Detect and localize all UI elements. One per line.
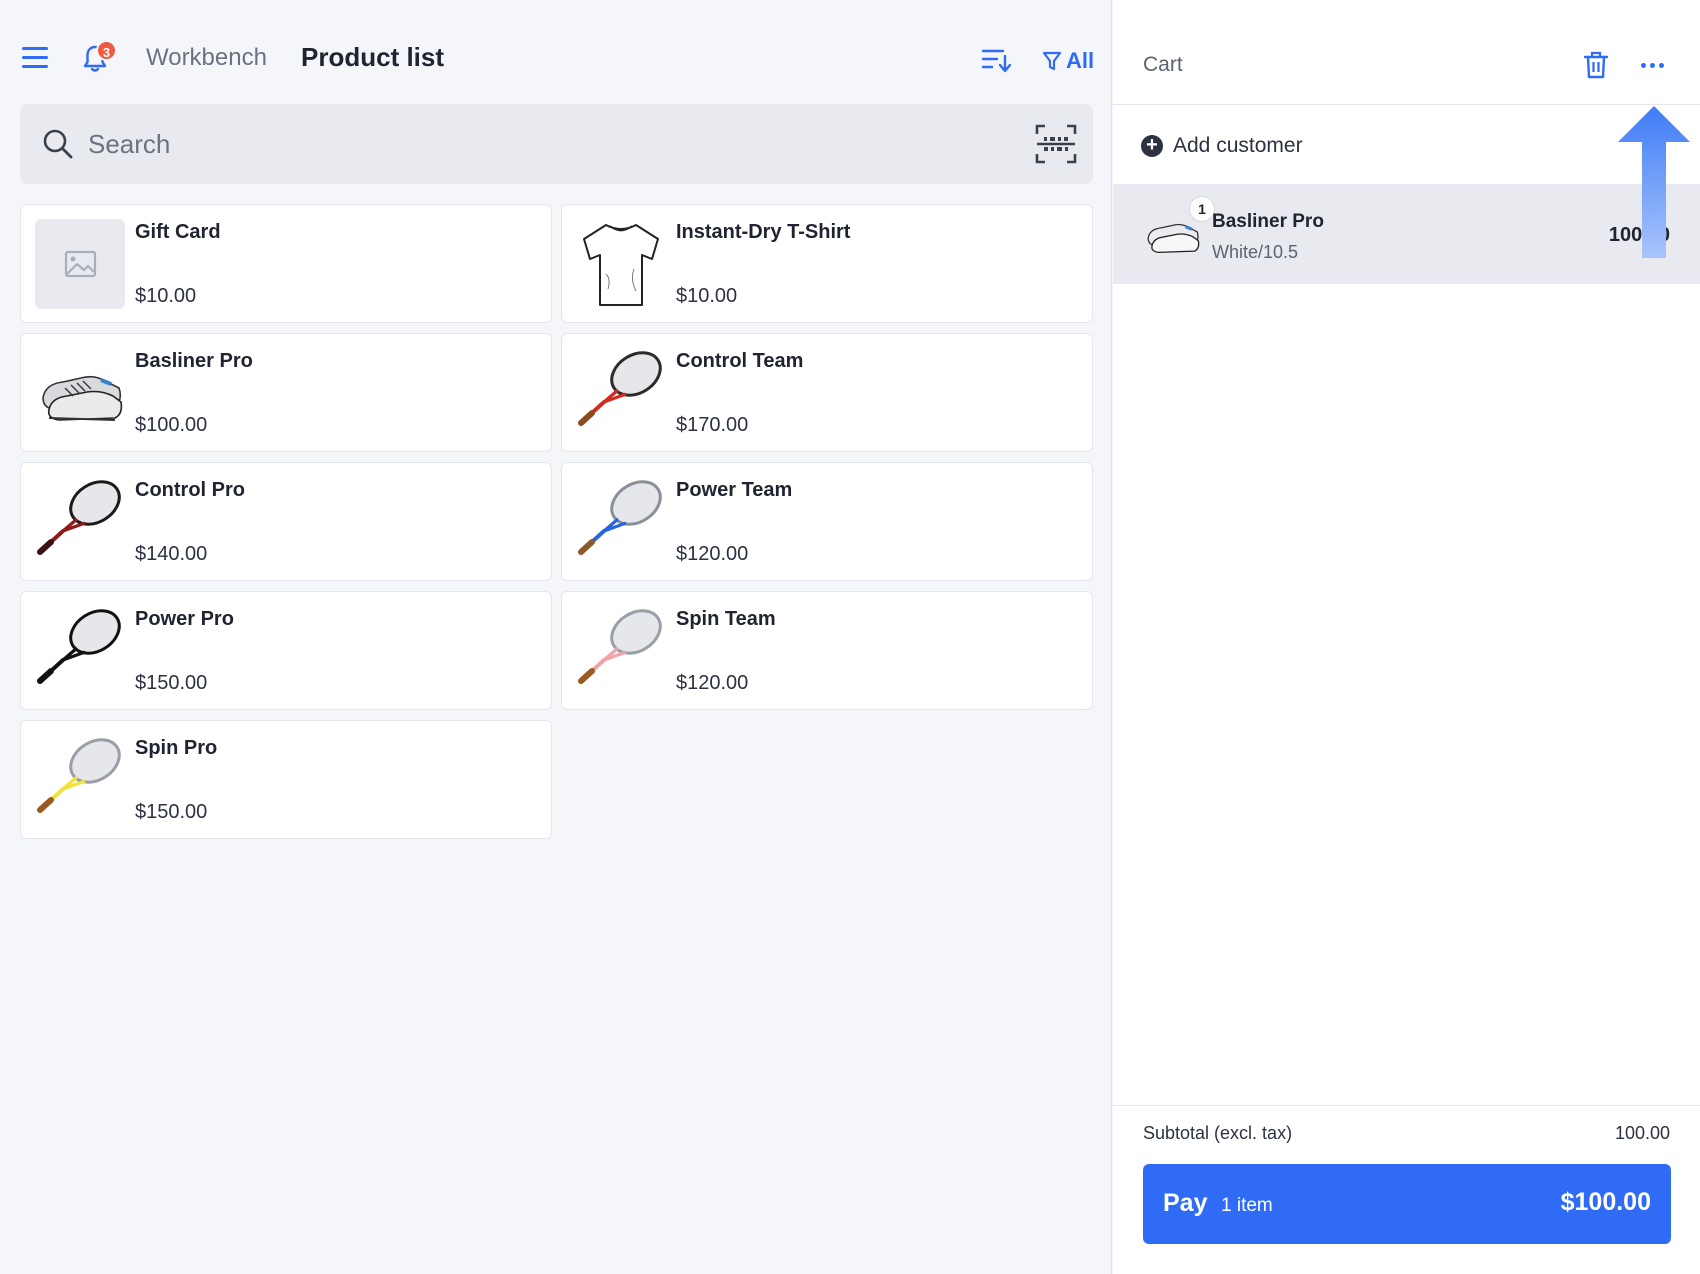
pos-app: 3 Workbench Product list All Search Gift…	[0, 0, 1700, 1274]
product-list-panel: 3 Workbench Product list All Search Gift…	[0, 0, 1112, 1274]
pay-label: Pay	[1163, 1189, 1208, 1217]
pay-button[interactable]: Pay 1 item $100.00	[1143, 1164, 1671, 1244]
product-price: $120.00	[676, 672, 749, 694]
product-name: Basliner Pro	[135, 350, 253, 372]
menu-icon[interactable]	[22, 47, 48, 69]
product-name: Power Pro	[135, 608, 234, 630]
product-card-power-team[interactable]: Power Team $120.00	[561, 462, 1093, 581]
plus-circle-icon: +	[1141, 135, 1163, 157]
racket-blue-image	[578, 480, 662, 555]
product-image-placeholder	[35, 219, 125, 309]
add-customer-label: Add customer	[1173, 134, 1303, 157]
sort-icon[interactable]	[981, 46, 1011, 74]
product-card-gift-card[interactable]: Gift Card $10.00	[20, 204, 552, 323]
product-price: $100.00	[135, 414, 208, 436]
cart-title: Cart	[1143, 53, 1183, 76]
line-item-name: Basliner Pro	[1212, 211, 1324, 232]
tshirt-image	[583, 224, 659, 306]
racket-yellow-image	[37, 738, 121, 813]
product-price: $150.00	[135, 672, 208, 694]
product-price: $10.00	[135, 285, 197, 307]
divider	[1113, 104, 1700, 105]
pay-item-count: 1 item	[1221, 1195, 1273, 1216]
trash-icon[interactable]	[1583, 51, 1609, 79]
search-bar	[20, 104, 1093, 184]
cart-line-item[interactable]: 1 Basliner Pro White/10.5 100.00	[1113, 184, 1700, 284]
line-item-variant: White/10.5	[1212, 242, 1299, 262]
product-card-control-pro[interactable]: Control Pro $140.00	[20, 462, 552, 581]
racket-red-image	[578, 351, 662, 426]
pay-amount: $100.00	[1560, 1188, 1651, 1216]
racket-black-image	[37, 609, 121, 684]
add-customer-button[interactable]: + Add customer	[1141, 132, 1303, 160]
filter-button[interactable]: All	[1042, 46, 1094, 76]
product-card-spin-pro[interactable]: Spin Pro $150.00	[20, 720, 552, 839]
barcode-scan-icon[interactable]	[1035, 124, 1077, 164]
product-card-control-team[interactable]: Control Team $170.00	[561, 333, 1093, 452]
product-price: $120.00	[676, 543, 749, 565]
subtotal-label: Subtotal (excl. tax)	[1143, 1123, 1293, 1143]
divider	[1113, 1105, 1700, 1106]
product-card-spin-team[interactable]: Spin Team $120.00	[561, 591, 1093, 710]
product-name: Control Team	[676, 350, 804, 372]
product-name: Power Team	[676, 479, 793, 501]
product-card-instant-dry-t-shirt[interactable]: Instant-Dry T-Shirt $10.00	[561, 204, 1093, 323]
search-icon	[43, 129, 73, 159]
product-price: $170.00	[676, 414, 749, 436]
product-card-basliner-pro[interactable]: Basliner Pro $100.00	[20, 333, 552, 452]
search-input[interactable]	[88, 122, 988, 166]
filter-label: All	[1066, 48, 1095, 73]
product-card-power-pro[interactable]: Power Pro $150.00	[20, 591, 552, 710]
cart-panel: Cart + Add customer 1 Basliner Pro White…	[1113, 0, 1700, 1274]
shoes-image	[42, 375, 123, 421]
top-bar: 3 Workbench Product list All	[0, 0, 1112, 100]
line-item-price: 100.00	[1608, 224, 1670, 246]
product-name: Gift Card	[135, 221, 221, 243]
racket-darkred-image	[37, 480, 121, 555]
notification-badge: 3	[96, 40, 117, 61]
image-placeholder-icon	[64, 250, 97, 278]
product-name: Instant-Dry T-Shirt	[676, 221, 851, 243]
breadcrumb[interactable]: Workbench	[146, 44, 267, 72]
subtotal-value: 100.00	[1614, 1123, 1670, 1143]
racket-pink-image	[578, 609, 662, 684]
more-options-icon[interactable]	[1641, 55, 1671, 75]
product-price: $140.00	[135, 543, 208, 565]
filter-icon	[1042, 51, 1062, 71]
page-title: Product list	[301, 42, 445, 72]
product-price: $150.00	[135, 801, 208, 823]
product-price: $10.00	[676, 285, 738, 307]
product-name: Control Pro	[135, 479, 245, 501]
product-name: Spin Pro	[135, 737, 218, 759]
product-name: Spin Team	[676, 608, 776, 630]
